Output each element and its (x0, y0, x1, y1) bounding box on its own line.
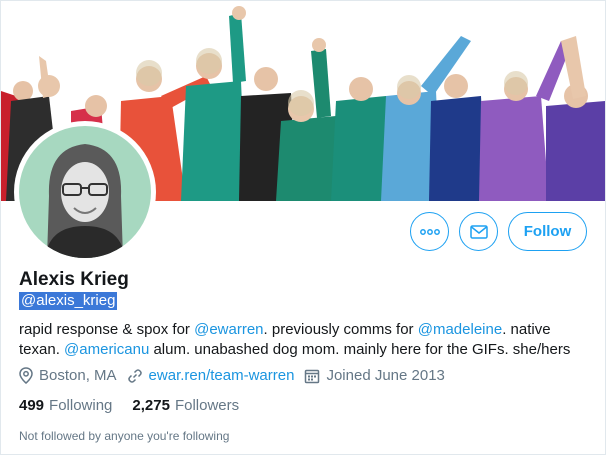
following-count: 499 (19, 397, 45, 414)
follow-stats: 499 Following 2,275 Followers (19, 397, 259, 414)
following-stat[interactable]: 499 Following (19, 397, 112, 414)
bio-mention-ewarren[interactable]: @ewarren (194, 321, 263, 338)
followers-label: Followers (174, 397, 240, 414)
message-button[interactable] (459, 212, 498, 251)
more-button[interactable] (410, 212, 449, 251)
profile-meta: Boston, MA ewar.ren/team-warren Joined J… (19, 367, 455, 384)
profile-bio: rapid response & spox for @ewarren. prev… (19, 320, 589, 360)
bio-mention-americanu[interactable]: @americanu (64, 341, 149, 358)
calendar-icon (305, 369, 320, 383)
bio-text: alum. unabashed dog mom. mainly here for… (149, 341, 571, 358)
bio-text: rapid response & spox for (19, 321, 195, 338)
location: Boston, MA (19, 367, 117, 384)
follow-button[interactable]: Follow (508, 212, 587, 251)
join-date-text: Joined June 2013 (326, 367, 445, 384)
followers-count: 2,275 (132, 397, 170, 414)
followed-by-note: Not followed by anyone you're following (19, 429, 230, 443)
followers-stat[interactable]: 2,275 Followers (132, 397, 239, 414)
display-name: Alexis Krieg (19, 269, 129, 290)
username-handle[interactable]: @alexis_krieg (19, 292, 118, 310)
location-pin-icon (19, 367, 33, 384)
location-text: Boston, MA (39, 367, 117, 384)
website[interactable]: ewar.ren/team-warren (127, 367, 295, 384)
envelope-icon (469, 224, 488, 239)
link-icon (127, 368, 142, 383)
avatar[interactable] (14, 121, 156, 263)
bio-text: . previously comms for (263, 321, 418, 338)
join-date: Joined June 2013 (304, 367, 445, 384)
bio-mention-madeleine[interactable]: @madeleine (418, 321, 502, 338)
avatar-photo (19, 126, 151, 258)
website-link[interactable]: ewar.ren/team-warren (149, 367, 295, 384)
more-icon (419, 228, 440, 235)
following-label: Following (49, 397, 113, 414)
